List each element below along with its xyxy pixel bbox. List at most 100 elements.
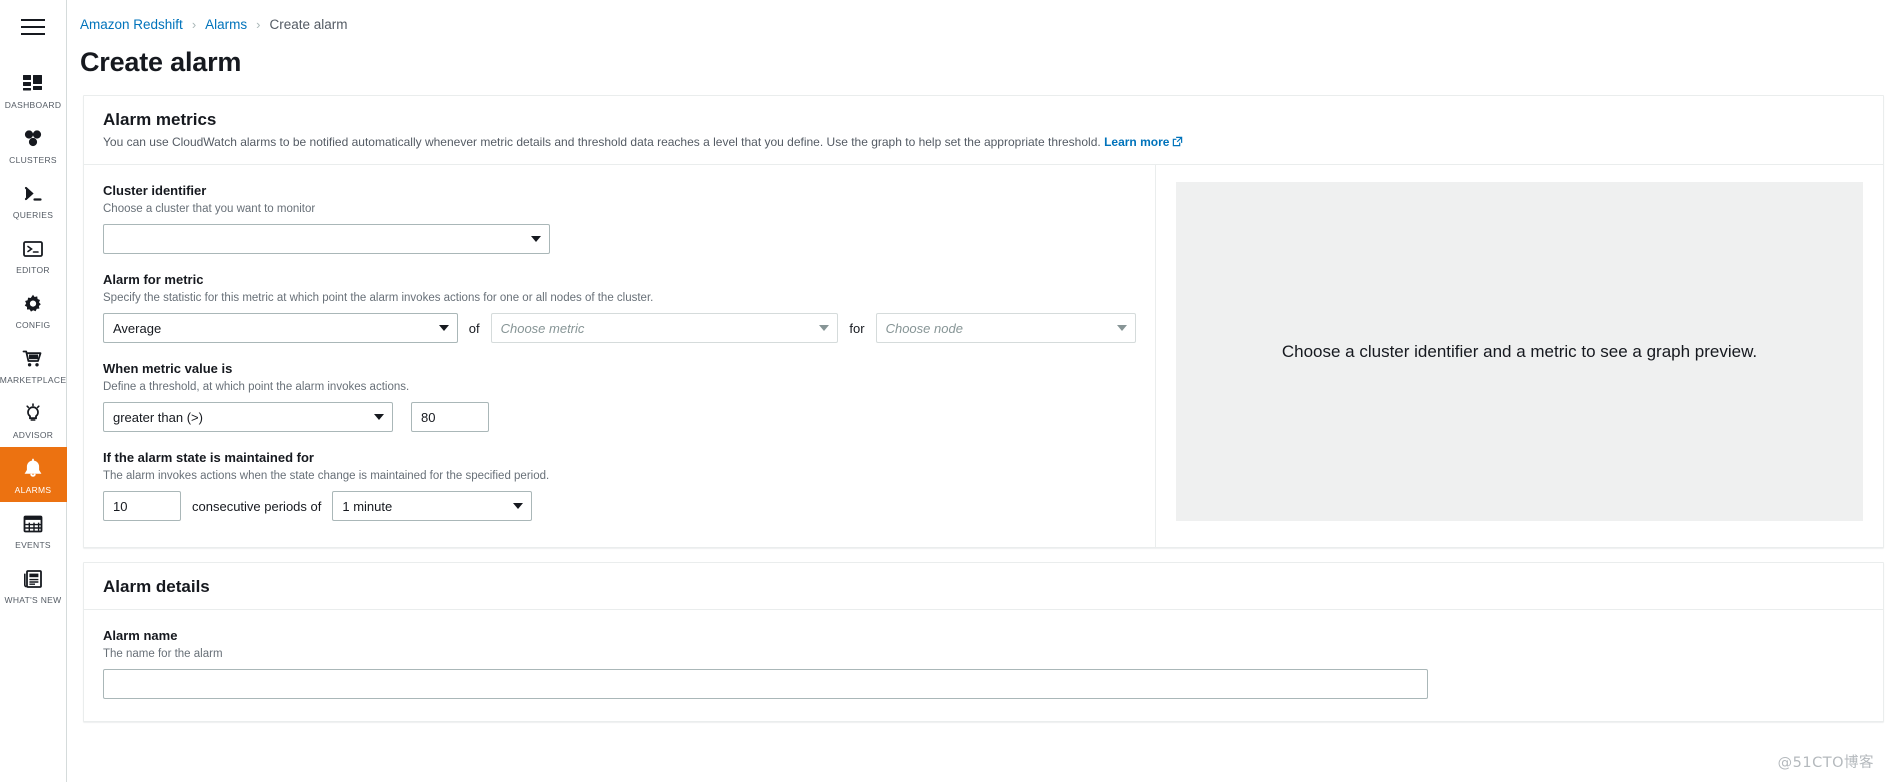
alarm-details-body: Alarm name The name for the alarm bbox=[84, 610, 1883, 721]
left-sidebar: DASHBOARD CLUSTERS QUERIES EDITOR CONFIG bbox=[0, 0, 67, 782]
breadcrumb-item-alarms[interactable]: Alarms bbox=[205, 17, 247, 32]
maintained-for-row: consecutive periods of 1 minute bbox=[103, 491, 1136, 521]
alarm-metrics-description-text: You can use CloudWatch alarms to be noti… bbox=[103, 135, 1101, 149]
sidebar-item-marketplace[interactable]: MARKETPLACE bbox=[0, 337, 67, 392]
sidebar-item-label: EVENTS bbox=[15, 540, 51, 550]
chevron-down-icon bbox=[819, 325, 830, 331]
alarm-metrics-card: Alarm metrics You can use CloudWatch ala… bbox=[83, 95, 1884, 548]
maintained-for-label: If the alarm state is maintained for bbox=[103, 450, 314, 465]
sidebar-item-label: EDITOR bbox=[16, 265, 50, 275]
sidebar-item-label: ADVISOR bbox=[12, 430, 54, 440]
graph-preview-message: Choose a cluster identifier and a metric… bbox=[1281, 341, 1758, 361]
when-metric-value-hint: Define a threshold, at which point the a… bbox=[103, 381, 410, 393]
alarm-details-card: Alarm details Alarm name The name for th… bbox=[83, 562, 1884, 722]
bell-icon bbox=[22, 456, 44, 482]
sidebar-item-label: MARKETPLACE bbox=[0, 375, 67, 385]
chevron-down-icon bbox=[531, 236, 541, 242]
metric-select[interactable]: Choose metric bbox=[490, 313, 839, 343]
alarm-details-header: Alarm details bbox=[84, 563, 1883, 610]
breadcrumb-item-create-alarm: Create alarm bbox=[269, 16, 348, 32]
when-metric-value-field: When metric value is Define a threshold,… bbox=[103, 360, 1136, 432]
editor-icon bbox=[22, 236, 44, 262]
menu-toggle-button[interactable] bbox=[16, 10, 50, 44]
graph-preview-placeholder: Choose a cluster identifier and a metric… bbox=[1176, 182, 1863, 521]
comparison-operator-value: greater than (>) bbox=[113, 409, 203, 425]
app-root: DASHBOARD CLUSTERS QUERIES EDITOR CONFIG bbox=[0, 0, 1900, 782]
main-content: Amazon Redshift › Alarms › Create alarm … bbox=[67, 0, 1900, 782]
consecutive-periods-input[interactable] bbox=[103, 491, 181, 521]
sidebar-item-events[interactable]: EVENTS bbox=[0, 502, 67, 557]
sidebar-item-dashboard[interactable]: DASHBOARD bbox=[0, 62, 67, 117]
alarm-for-metric-label: Alarm for metric bbox=[103, 272, 204, 287]
alarm-for-metric-field: Alarm for metric Specify the statistic f… bbox=[103, 271, 1136, 343]
comparison-operator-select[interactable]: greater than (>) bbox=[103, 402, 393, 432]
breadcrumb: Amazon Redshift › Alarms › Create alarm bbox=[80, 14, 1900, 34]
queries-icon bbox=[22, 181, 44, 207]
gear-icon bbox=[22, 291, 44, 317]
sidebar-item-label: ALARMS bbox=[14, 485, 52, 495]
external-link-icon bbox=[1172, 135, 1183, 152]
sidebar-item-config[interactable]: CONFIG bbox=[0, 282, 67, 337]
shopping-cart-icon bbox=[22, 346, 44, 372]
lightbulb-icon bbox=[22, 401, 44, 427]
breadcrumb-separator-icon: › bbox=[191, 16, 197, 32]
hamburger-line bbox=[21, 19, 45, 21]
alarm-for-metric-row: Average of Choose metric for Choose node bbox=[103, 313, 1136, 343]
when-metric-value-row: greater than (>) bbox=[103, 402, 1136, 432]
cluster-identifier-select[interactable] bbox=[103, 224, 550, 254]
sidebar-item-whats-new[interactable]: WHAT'S NEW bbox=[0, 557, 67, 612]
for-label: for bbox=[849, 320, 865, 336]
alarm-for-metric-hint: Specify the statistic for this metric at… bbox=[103, 292, 654, 304]
chevron-down-icon bbox=[374, 414, 384, 420]
period-unit-value: 1 minute bbox=[342, 498, 393, 514]
sidebar-item-label: DASHBOARD bbox=[4, 100, 62, 110]
alarm-metrics-title: Alarm metrics bbox=[103, 110, 217, 129]
hamburger-line bbox=[21, 26, 45, 28]
when-metric-value-label: When metric value is bbox=[103, 361, 233, 376]
alarm-metrics-header: Alarm metrics You can use CloudWatch ala… bbox=[84, 96, 1883, 165]
alarm-details-title: Alarm details bbox=[103, 577, 210, 596]
watermark: @51CTO博客 bbox=[1777, 755, 1874, 771]
page-title: Create alarm bbox=[80, 47, 242, 77]
content-area: Alarm metrics You can use CloudWatch ala… bbox=[67, 79, 1900, 722]
alarm-name-label: Alarm name bbox=[103, 628, 178, 643]
maintained-for-hint: The alarm invokes actions when the state… bbox=[103, 470, 550, 482]
alarm-metrics-form: Cluster identifier Choose a cluster that… bbox=[84, 165, 1156, 547]
alarm-name-field: Alarm name The name for the alarm bbox=[103, 627, 1864, 699]
sidebar-item-label: WHAT'S NEW bbox=[4, 595, 62, 605]
maintained-for-field: If the alarm state is maintained for The… bbox=[103, 449, 1136, 521]
sidebar-item-label: CONFIG bbox=[15, 320, 51, 330]
breadcrumb-separator-icon: › bbox=[256, 16, 261, 32]
newspaper-icon bbox=[22, 566, 44, 592]
metric-placeholder: Choose metric bbox=[500, 320, 585, 336]
sidebar-item-editor[interactable]: EDITOR bbox=[0, 227, 67, 282]
sidebar-item-clusters[interactable]: CLUSTERS bbox=[0, 117, 67, 172]
chevron-down-icon bbox=[513, 503, 524, 509]
calendar-grid-icon bbox=[22, 511, 44, 537]
period-unit-select[interactable]: 1 minute bbox=[332, 491, 533, 521]
cluster-identifier-field: Cluster identifier Choose a cluster that… bbox=[103, 182, 1136, 254]
node-select[interactable]: Choose node bbox=[875, 313, 1136, 343]
alarm-name-input[interactable] bbox=[103, 669, 1428, 699]
cluster-identifier-hint: Choose a cluster that you want to monito… bbox=[103, 203, 316, 215]
cluster-identifier-label: Cluster identifier bbox=[103, 183, 207, 198]
clusters-icon bbox=[22, 126, 44, 152]
dashboard-icon bbox=[22, 71, 44, 97]
learn-more-link[interactable]: Learn more bbox=[1104, 135, 1169, 149]
breadcrumb-item-amazon-redshift[interactable]: Amazon Redshift bbox=[80, 17, 183, 32]
alarm-metrics-body: Cluster identifier Choose a cluster that… bbox=[84, 165, 1883, 547]
sidebar-item-advisor[interactable]: ADVISOR bbox=[0, 392, 67, 447]
graph-preview-column: Choose a cluster identifier and a metric… bbox=[1156, 165, 1883, 547]
consecutive-periods-label: consecutive periods of bbox=[192, 498, 322, 514]
chevron-down-icon bbox=[1117, 325, 1127, 331]
sidebar-item-label: CLUSTERS bbox=[9, 155, 57, 165]
threshold-input[interactable] bbox=[411, 402, 489, 432]
sidebar-item-label: QUERIES bbox=[12, 210, 54, 220]
sidebar-item-queries[interactable]: QUERIES bbox=[0, 172, 67, 227]
alarm-name-hint: The name for the alarm bbox=[103, 648, 223, 660]
statistic-select[interactable]: Average bbox=[103, 313, 458, 343]
of-label: of bbox=[468, 320, 480, 336]
hamburger-line bbox=[21, 33, 45, 35]
alarm-metrics-description: You can use CloudWatch alarms to be noti… bbox=[103, 134, 1864, 152]
sidebar-item-alarms[interactable]: ALARMS bbox=[0, 447, 67, 502]
